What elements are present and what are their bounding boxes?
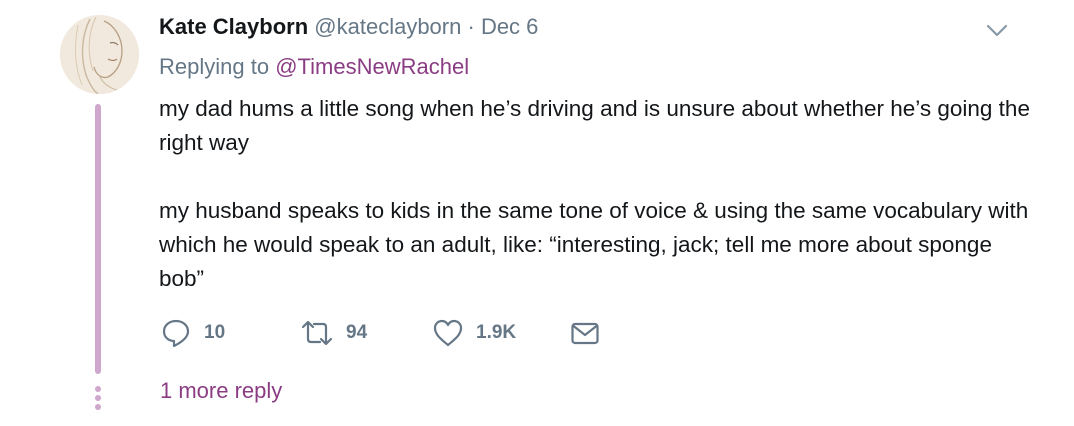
tweet-header: Kate Clayborn @kateclayborn · Dec 6 bbox=[159, 12, 538, 42]
retweet-icon bbox=[301, 320, 333, 346]
thread-dot bbox=[95, 386, 101, 392]
tweet-paragraph: my dad hums a little song when he’s driv… bbox=[159, 96, 1030, 155]
like-count: 1.9K bbox=[476, 322, 517, 343]
envelope-icon bbox=[571, 322, 599, 345]
tweet-text: my dad hums a little song when he’s driv… bbox=[159, 92, 1039, 296]
thread-line bbox=[95, 104, 101, 374]
tweet-menu-button[interactable] bbox=[985, 20, 1009, 40]
replying-to-handle[interactable]: @TimesNewRachel bbox=[275, 54, 469, 79]
thread-dots bbox=[95, 386, 101, 413]
more-replies-link[interactable]: 1 more reply bbox=[160, 376, 282, 406]
thread-dot bbox=[95, 395, 101, 401]
header-separator: · bbox=[467, 14, 475, 39]
reply-button[interactable]: 10 bbox=[160, 316, 225, 350]
retweet-count: 94 bbox=[346, 322, 368, 343]
replying-prefix: Replying to bbox=[159, 54, 270, 79]
replying-to: Replying to @TimesNewRachel bbox=[159, 52, 469, 82]
avatar[interactable] bbox=[60, 15, 139, 94]
retweet-button[interactable]: 94 bbox=[300, 316, 367, 350]
author-name[interactable]: Kate Clayborn bbox=[159, 14, 308, 39]
heart-icon bbox=[433, 319, 463, 347]
sketch-portrait-avatar bbox=[60, 15, 139, 94]
like-button[interactable]: 1.9K bbox=[432, 316, 516, 350]
direct-message-button[interactable] bbox=[570, 316, 600, 350]
author-handle[interactable]: @kateclayborn bbox=[314, 14, 461, 39]
tweet-date[interactable]: Dec 6 bbox=[481, 14, 538, 39]
thread-dot bbox=[95, 404, 101, 410]
tweet-paragraph: my husband speaks to kids in the same to… bbox=[159, 198, 1029, 291]
chevron-down-icon bbox=[986, 24, 1008, 37]
reply-icon bbox=[162, 319, 190, 348]
reply-count: 10 bbox=[204, 322, 226, 343]
